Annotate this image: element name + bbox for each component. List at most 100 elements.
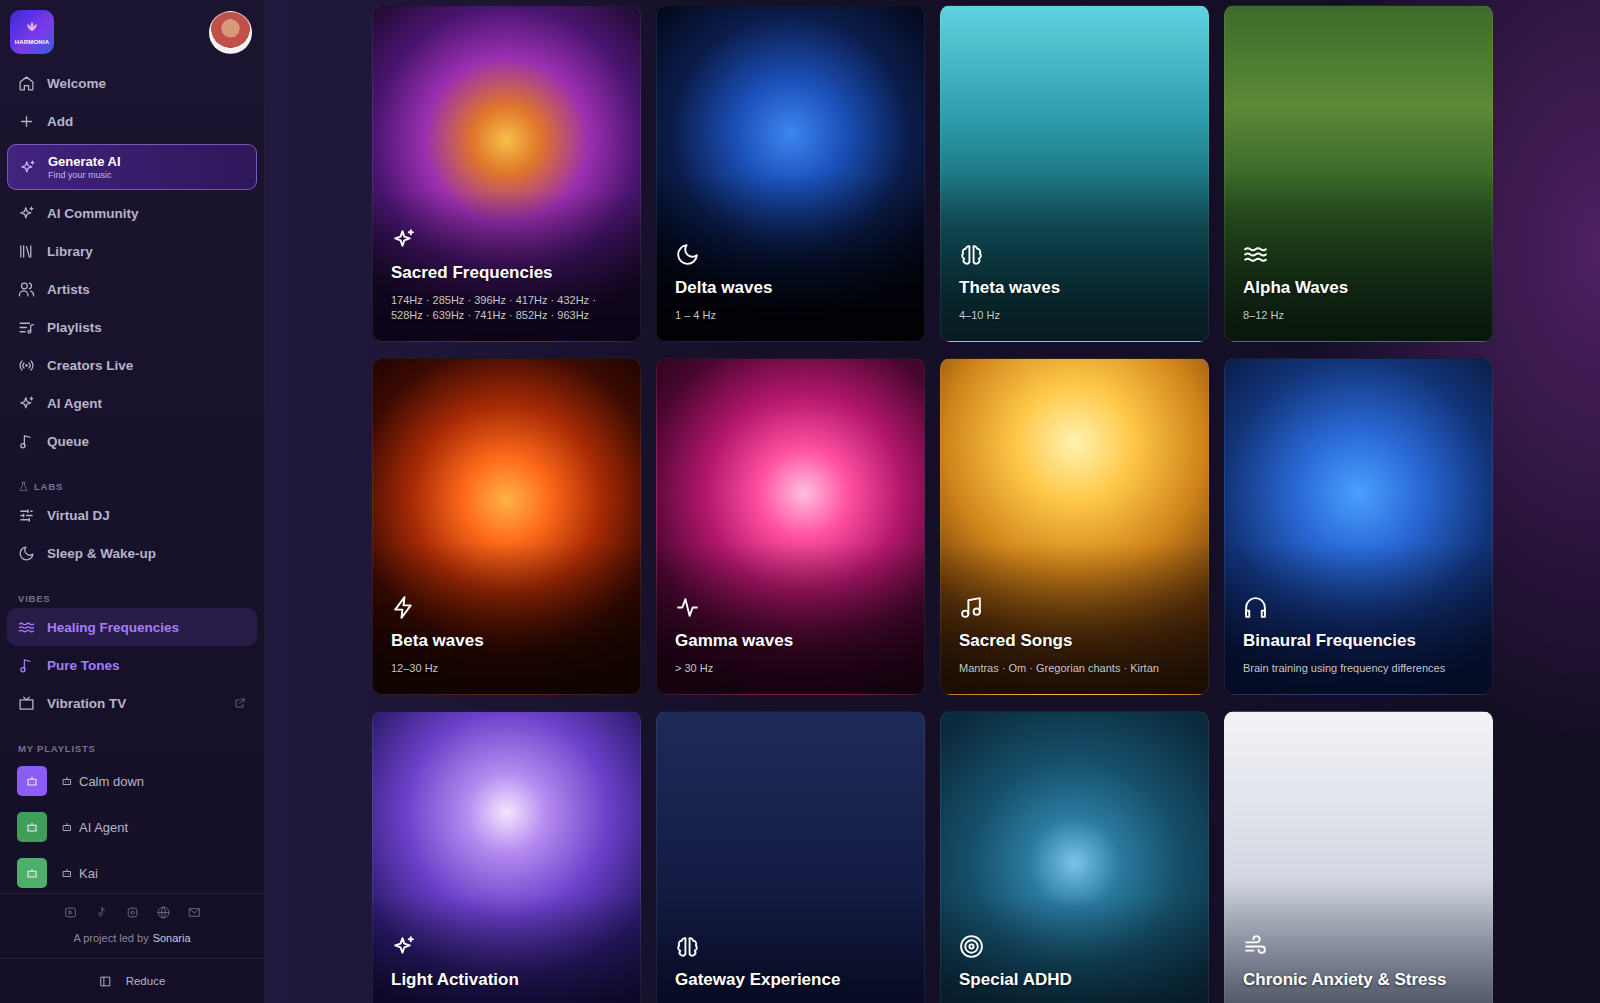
playlist-name: Kai [79, 866, 98, 881]
playlist-thumbnail [17, 766, 47, 796]
sparkles-icon [18, 205, 35, 222]
card-subtitle: 174Hz · 285Hz · 396Hz · 417Hz · 432Hz · … [391, 293, 622, 323]
waves-icon [18, 619, 35, 636]
waves-icon [1243, 242, 1268, 267]
sidebar-item[interactable]: Generate AIFind your music [7, 144, 257, 190]
frequency-card[interactable]: Gamma waves> 30 Hz [656, 358, 925, 695]
sidebar-item[interactable]: AI Community [7, 194, 257, 232]
sparkles-icon [19, 159, 36, 176]
frequency-card[interactable]: Delta waves1 – 4 Hz [656, 5, 925, 342]
sidebar-item[interactable]: Add [7, 102, 257, 140]
logo[interactable]: HARMONIA [10, 10, 54, 54]
youtube-icon[interactable] [64, 906, 77, 919]
sidebar: HARMONIA WelcomeAdd Generate AIFind your m… [0, 0, 265, 1003]
section-label: MY PLAYLISTS [7, 722, 257, 758]
bolt-icon [391, 595, 416, 620]
featured-text: Generate AIFind your music [48, 154, 121, 180]
robot-icon [61, 821, 73, 833]
card-title: Theta waves [959, 277, 1190, 299]
card-subtitle: 12–30 Hz [391, 661, 622, 676]
robot-icon [25, 820, 39, 834]
sidebar-item[interactable]: Pure Tones [7, 646, 257, 684]
playlist-item[interactable]: Kai [7, 850, 257, 893]
frequency-card[interactable]: Sacred SongsMantras · Om · Gregorian cha… [940, 358, 1209, 695]
item-sublabel: Find your music [48, 170, 121, 180]
item-label: Creators Live [47, 358, 133, 373]
instagram-icon[interactable] [126, 906, 139, 919]
sidebar-item[interactable]: Creators Live [7, 346, 257, 384]
sidebar-item[interactable]: Healing Frequencies [7, 608, 257, 646]
globe-icon[interactable] [157, 906, 170, 919]
note-icon [18, 433, 35, 450]
playlist-name: AI Agent [79, 820, 128, 835]
robot-icon [61, 867, 73, 879]
item-label: Vibration TV [47, 696, 126, 711]
sidebar-item[interactable]: Artists [7, 270, 257, 308]
wind-icon [1243, 934, 1268, 959]
frequency-card[interactable]: Chronic Anxiety & Stress [1224, 711, 1493, 1003]
item-label: Artists [47, 282, 90, 297]
frequency-card[interactable]: Binaural FrequenciesBrain training using… [1224, 358, 1493, 695]
flask-icon [18, 481, 29, 492]
sidebar-item[interactable]: Library [7, 232, 257, 270]
sidebar-item[interactable]: Welcome [7, 64, 257, 102]
mail-icon[interactable] [188, 906, 201, 919]
sparkles-icon [18, 395, 35, 412]
credit-author[interactable]: Sonaria [153, 932, 191, 946]
external-link-icon [234, 697, 246, 709]
moon-icon [18, 545, 35, 562]
robot-icon [25, 866, 39, 880]
sidebar-item[interactable]: Queue [7, 422, 257, 460]
item-label: AI Agent [47, 396, 102, 411]
sidebar-item[interactable]: Sleep & Wake-up [7, 534, 257, 572]
social-links [64, 906, 201, 920]
card-title: Beta waves [391, 630, 622, 652]
playlist-item[interactable]: AI Agent [7, 804, 257, 850]
frequency-card[interactable]: Light Activation [372, 711, 641, 1003]
main-content: Sacred Frequencies 174Hz · 285Hz · 396Hz … [265, 0, 1600, 1003]
panel-icon [99, 975, 112, 988]
sidebar-item[interactable]: Playlists [7, 308, 257, 346]
item-label: Healing Frequencies [47, 620, 179, 635]
card-subtitle: 4–10 Hz [959, 308, 1190, 323]
item-label: Pure Tones [47, 658, 120, 673]
item-label: Virtual DJ [47, 508, 110, 523]
playlist-thumbnail [17, 858, 47, 888]
sparkles-icon [391, 934, 416, 959]
sidebar-item[interactable]: Vibration TV [7, 684, 257, 722]
card-subtitle: 8–12 Hz [1243, 308, 1474, 323]
frequency-card[interactable]: Special ADHD [940, 711, 1209, 1003]
section-title: MY PLAYLISTS [18, 743, 96, 754]
card-body: Sacred Frequencies 174Hz · 285Hz · 396Hz … [373, 227, 640, 341]
sidebar-item[interactable]: AI Agent [7, 384, 257, 422]
section-label: LABS [7, 460, 257, 496]
playlist-thumbnail [17, 812, 47, 842]
user-avatar[interactable] [209, 11, 252, 54]
playlist-name: Calm down [79, 774, 144, 789]
brand-bar: HARMONIA [0, 0, 264, 64]
sidebar-item[interactable]: Virtual DJ [7, 496, 257, 534]
frequency-card[interactable]: Beta waves 12–30 Hz [372, 358, 641, 695]
card-body: Delta waves1 – 4 Hz [657, 242, 924, 341]
brain-icon [959, 242, 984, 267]
music-icon [959, 595, 984, 620]
frequency-card[interactable]: Gateway Experience [656, 711, 925, 1003]
card-subtitle: > 30 Hz [675, 661, 906, 676]
item-label: AI Community [47, 206, 139, 221]
note-icon [18, 657, 35, 674]
item-label: Generate AI [48, 154, 121, 169]
frequency-card[interactable]: Theta waves 4–10 Hz [940, 5, 1209, 342]
section-title: VIBES [18, 593, 51, 604]
card-grid: Sacred Frequencies 174Hz · 285Hz · 396Hz … [372, 5, 1493, 1003]
playlist-item[interactable]: Calm down [7, 758, 257, 804]
card-title: Sacred Frequencies [391, 262, 622, 284]
brain-icon [675, 934, 700, 959]
tiktok-icon[interactable] [95, 906, 108, 919]
item-label: Sleep & Wake-up [47, 546, 156, 561]
headphones-icon [1243, 595, 1268, 620]
frequency-card[interactable]: Sacred Frequencies 174Hz · 285Hz · 396Hz … [372, 5, 641, 342]
frequency-card[interactable]: Alpha Waves8–12 Hz [1224, 5, 1493, 342]
reduce-button[interactable]: Reduce [0, 958, 264, 1003]
card-title: Gateway Experience [675, 969, 906, 991]
lotus-icon [21, 20, 43, 38]
